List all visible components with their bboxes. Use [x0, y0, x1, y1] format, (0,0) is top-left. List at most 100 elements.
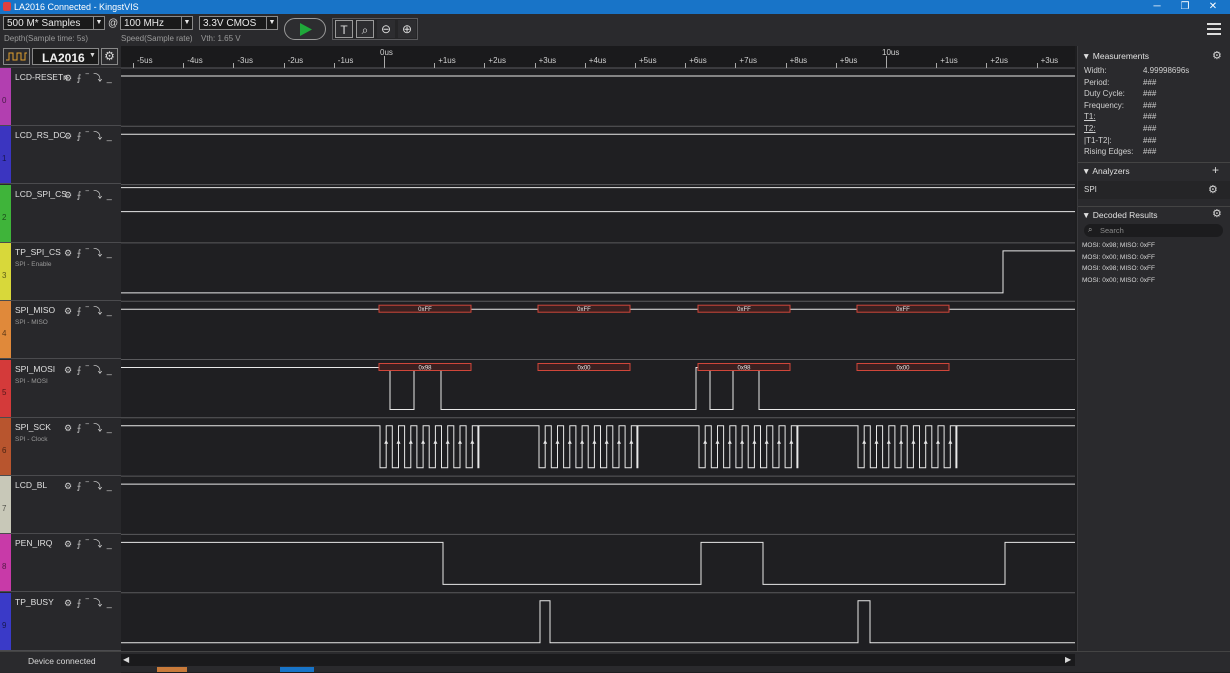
scroll-left-icon[interactable]: ◀ — [123, 655, 129, 664]
channel-name[interactable]: TP_SPI_CS — [15, 247, 61, 257]
sample-arrow — [396, 439, 401, 444]
analyzers-header[interactable]: ▼ Analyzers — [1082, 166, 1130, 176]
gear-icon[interactable]: ⚙ — [1212, 207, 1222, 220]
add-analyzer-icon[interactable]: + — [1212, 163, 1219, 177]
measurement-label: T1: — [1084, 112, 1096, 122]
channel-row[interactable]: 3 TP_SPI_CS SPI - Enable ⚙ ⨍ ‾ ⤵ _ — [0, 242, 121, 301]
right-panel: ▼ Measurements ⚙ Width: 4.99998696s Period… — [1077, 46, 1230, 651]
decoded-row[interactable]: MOSI: 0x98; MISO: 0xFF — [1082, 265, 1155, 272]
maximize-icon[interactable]: ❐ — [1170, 0, 1200, 14]
gear-icon[interactable]: ⚙ — [1212, 49, 1222, 62]
channel-number: 5 — [2, 387, 7, 397]
trigger-icons[interactable]: ⚙ ⨍ ‾ ⤵ _ — [64, 188, 113, 201]
minimize-icon[interactable]: ─ — [1142, 0, 1172, 14]
sample-arrow — [384, 439, 389, 444]
trigger-icons[interactable]: ⚙ ⨍ ‾ ⤵ _ — [64, 363, 113, 376]
trigger-icons[interactable]: ⚙ ⨍ ‾ ⤵ _ — [64, 596, 113, 609]
ruler-tick-label: -1us — [337, 56, 354, 65]
sample-arrow — [433, 439, 438, 444]
close-icon[interactable]: ✕ — [1198, 0, 1228, 14]
menu-icon[interactable] — [1207, 23, 1221, 35]
decode-value: 0xFF — [737, 307, 751, 313]
start-button[interactable] — [284, 18, 326, 40]
voltage-select[interactable]: 3.3V CMOS ▼ — [199, 16, 278, 30]
decoded-row[interactable]: MOSI: 0x00; MISO: 0xFF — [1082, 254, 1155, 261]
channel-row[interactable]: 4 SPI_MISO SPI - MISO ⚙ ⨍ ‾ ⤵ _ — [0, 301, 121, 360]
sample-arrow — [727, 439, 732, 444]
channel-name[interactable]: LCD_SPI_CS — [15, 189, 67, 199]
text-tool-icon[interactable]: T — [335, 20, 353, 38]
sample-arrow — [421, 439, 426, 444]
channel-row[interactable]: 5 SPI_MOSI SPI - MOSI ⚙ ⨍ ‾ ⤵ _ — [0, 359, 121, 418]
zoom-region-icon[interactable]: ⌕ — [356, 20, 374, 38]
sample-arrow — [923, 439, 928, 444]
channel-name[interactable]: LCD_BL — [15, 480, 47, 490]
measurement-value: 4.99998696s — [1143, 66, 1190, 75]
decoded-header[interactable]: ▼ Decoded Results — [1082, 210, 1158, 220]
trigger-icons[interactable]: ⚙ ⨍ ‾ ⤵ _ — [64, 421, 113, 434]
waveform-icon[interactable] — [3, 48, 30, 65]
measurements-title: Measurements — [1092, 51, 1149, 61]
analyzers-title: Analyzers — [1092, 166, 1130, 176]
channel-name[interactable]: SPI_MOSI — [15, 364, 55, 374]
sample-arrow — [458, 439, 462, 444]
trigger-icons[interactable]: ⚙ ⨍ ‾ ⤵ _ — [64, 304, 113, 317]
measurement-label: Width: — [1084, 66, 1107, 75]
sample-arrow — [703, 439, 708, 444]
time-ruler[interactable]: -5us -4us -3us -2us -1us 0us +1us +2us +3us +4us +… — [121, 46, 1075, 68]
channel-name[interactable]: SPI_SCK — [15, 422, 51, 432]
chevron-down-icon: ▼ — [266, 17, 277, 29]
ruler-tick-label: -5us — [137, 56, 153, 65]
search-input[interactable]: ⌕ Search — [1084, 224, 1223, 237]
decode-value: 0x00 — [896, 366, 910, 372]
ruler-tick-label: +3us — [538, 56, 557, 65]
rate-select[interactable]: 100 MHz ▼ — [120, 16, 193, 30]
channel-name[interactable]: PEN_IRQ — [15, 538, 52, 548]
sample-arrow — [604, 439, 609, 444]
channel-number: 2 — [2, 212, 7, 222]
analyzer-item-spi[interactable]: SPI ⚙ — [1078, 181, 1230, 199]
channel-panel: 0 LCD-RESETn ⚙ ⨍ ‾ ⤵ _ 1 LCD_RS_DC ⚙ ⨍ ‾ ⤵ _ 2… — [0, 68, 121, 673]
ruler-tick-label: +3us — [1040, 56, 1059, 65]
channel-row[interactable]: 2 LCD_SPI_CS ⚙ ⨍ ‾ ⤵ _ — [0, 184, 121, 243]
depth-label: Depth(Sample time: 5s) — [4, 34, 89, 43]
channel-row[interactable]: 9 TP_BUSY ⚙ ⨍ ‾ ⤵ _ — [0, 592, 121, 651]
trigger-icons[interactable]: ⚙ ⨍ ‾ ⤵ _ — [64, 537, 113, 550]
zoom-in-icon[interactable]: ⊕ — [398, 20, 416, 38]
channel-row[interactable]: 1 LCD_RS_DC ⚙ ⨍ ‾ ⤵ _ — [0, 126, 121, 185]
decoded-row[interactable]: MOSI: 0x98; MISO: 0xFF — [1082, 242, 1155, 249]
measurements-header[interactable]: ▼ Measurements — [1082, 51, 1149, 61]
channel-name[interactable]: SPI_MISO — [15, 305, 55, 315]
channel-row[interactable]: 8 PEN_IRQ ⚙ ⨍ ‾ ⤵ _ — [0, 534, 121, 593]
analyzer-settings-icon[interactable]: ⚙ — [1208, 183, 1218, 196]
decoded-row[interactable]: MOSI: 0x00; MISO: 0xFF — [1082, 277, 1155, 284]
channel-name[interactable]: LCD-RESETn — [15, 72, 68, 82]
trigger-icons[interactable]: ⚙ ⨍ ‾ ⤵ _ — [64, 479, 113, 492]
waveform-canvas[interactable]: 0xFF 0xFF 0xFF 0xFF 0x98 0x00 0x98 0x00 — [121, 67, 1075, 651]
measurement-label: |T1-T2|: — [1084, 135, 1112, 145]
decode-value: 0x00 — [577, 366, 591, 372]
measurement-label: Rising Edges: — [1084, 147, 1134, 157]
channel-row[interactable]: 6 SPI_SCK SPI - Clock ⚙ ⨍ ‾ ⤵ _ — [0, 417, 121, 476]
ruler-tick-label: +1us — [940, 56, 958, 65]
ruler-tick-label: -2us — [287, 56, 304, 65]
rate-value: 100 MHz — [124, 18, 165, 29]
zoom-out-icon[interactable]: ⊖ — [377, 20, 395, 38]
channel-row[interactable]: 0 LCD-RESETn ⚙ ⨍ ‾ ⤵ _ — [0, 68, 121, 126]
channel-row[interactable]: 7 LCD_BL ⚙ ⨍ ‾ ⤵ _ — [0, 476, 121, 535]
measurement-value: ### — [1143, 147, 1157, 157]
channel-name[interactable]: TP_BUSY — [15, 597, 54, 607]
ruler-tick-label: +4us — [588, 56, 607, 65]
trigger-icons[interactable]: ⚙ ⨍ ‾ ⤵ _ — [64, 246, 113, 259]
horizontal-scrollbar[interactable]: ◀ ▶ — [121, 654, 1075, 666]
device-select[interactable]: LA2016 ▼ — [32, 48, 99, 65]
device-settings-icon[interactable]: ⚙ — [101, 48, 118, 65]
trigger-icons[interactable]: ⚙ ⨍ ‾ ⤵ _ — [64, 71, 113, 84]
channel-name[interactable]: LCD_RS_DC — [15, 130, 66, 140]
measurement-value: ### — [1143, 112, 1157, 122]
samples-select[interactable]: 500 M* Samples ▼ — [3, 16, 105, 30]
waveform-area[interactable]: 0xFF 0xFF 0xFF 0xFF 0x98 0x00 0x98 0x00 — [121, 67, 1075, 651]
status-text: Device connected — [28, 656, 96, 666]
scroll-right-icon[interactable]: ▶ — [1065, 655, 1071, 664]
trigger-icons[interactable]: ⚙ ⨍ ‾ ⤵ _ — [64, 129, 113, 142]
